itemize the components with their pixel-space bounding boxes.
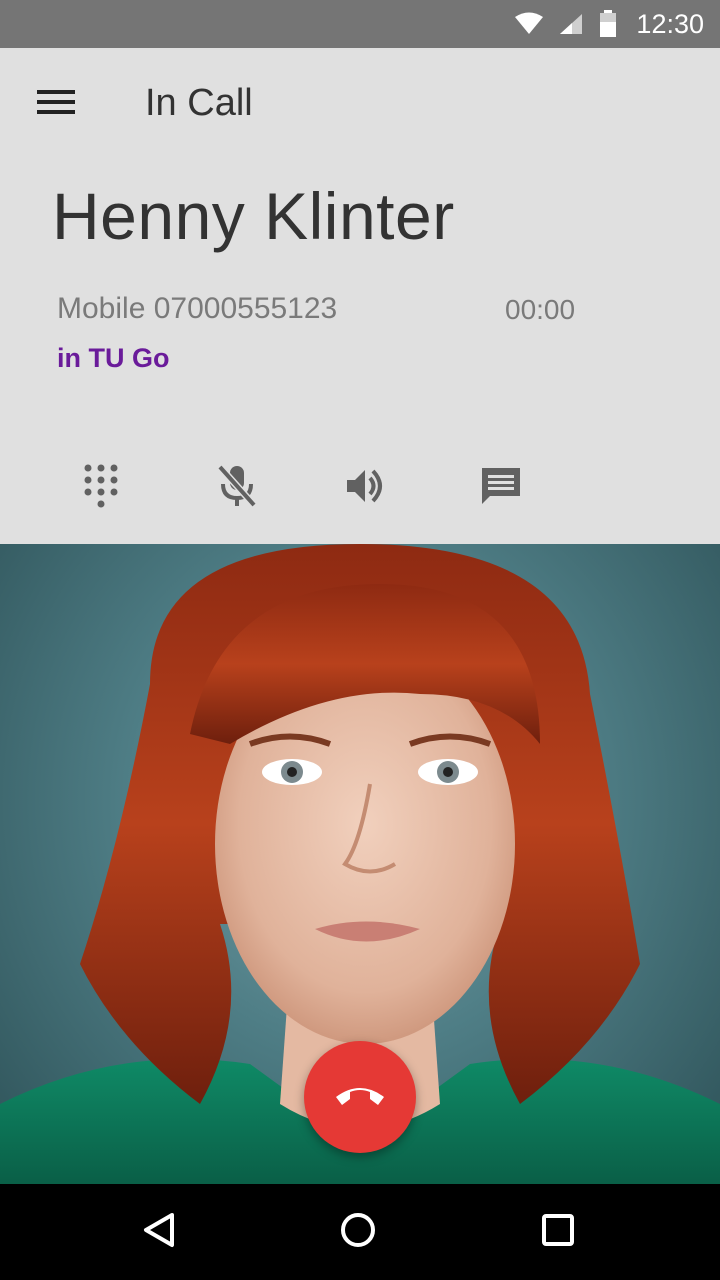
dialpad-icon	[83, 463, 119, 514]
call-account: in TU Go	[57, 343, 170, 373]
status-time: 12:30	[636, 8, 704, 39]
caller-number: Mobile 07000555123	[57, 292, 338, 325]
toolbar: In Call	[0, 48, 720, 160]
battery-icon	[598, 10, 618, 38]
dialpad-button[interactable]	[65, 452, 137, 524]
caller-name: Henny Klinter	[52, 179, 455, 253]
wifi-icon	[514, 12, 544, 36]
menu-button[interactable]	[24, 80, 88, 128]
message-button[interactable]	[465, 452, 537, 524]
recents-button[interactable]	[526, 1200, 590, 1264]
call-info-panel: In Call Henny Klinter Mobile 07000555123…	[0, 48, 720, 544]
recents-icon	[541, 1213, 575, 1252]
hamburger-menu-icon	[37, 89, 75, 120]
call-end-icon	[334, 1083, 386, 1112]
back-button[interactable]	[127, 1200, 191, 1264]
page-title: In Call	[145, 82, 253, 124]
home-button[interactable]	[326, 1200, 390, 1264]
mute-button[interactable]	[201, 452, 273, 524]
mic-off-icon	[217, 464, 257, 513]
signal-icon	[558, 12, 584, 36]
status-bar: 12:30	[0, 0, 720, 48]
end-call-button[interactable]	[304, 1041, 416, 1153]
message-icon	[480, 466, 522, 511]
home-icon	[340, 1212, 376, 1253]
call-duration: 00:00	[505, 294, 576, 325]
speaker-button[interactable]	[329, 452, 401, 524]
back-icon	[142, 1212, 176, 1253]
call-actions	[0, 452, 720, 524]
volume-up-icon	[345, 466, 385, 511]
navigation-bar	[0, 1184, 720, 1280]
